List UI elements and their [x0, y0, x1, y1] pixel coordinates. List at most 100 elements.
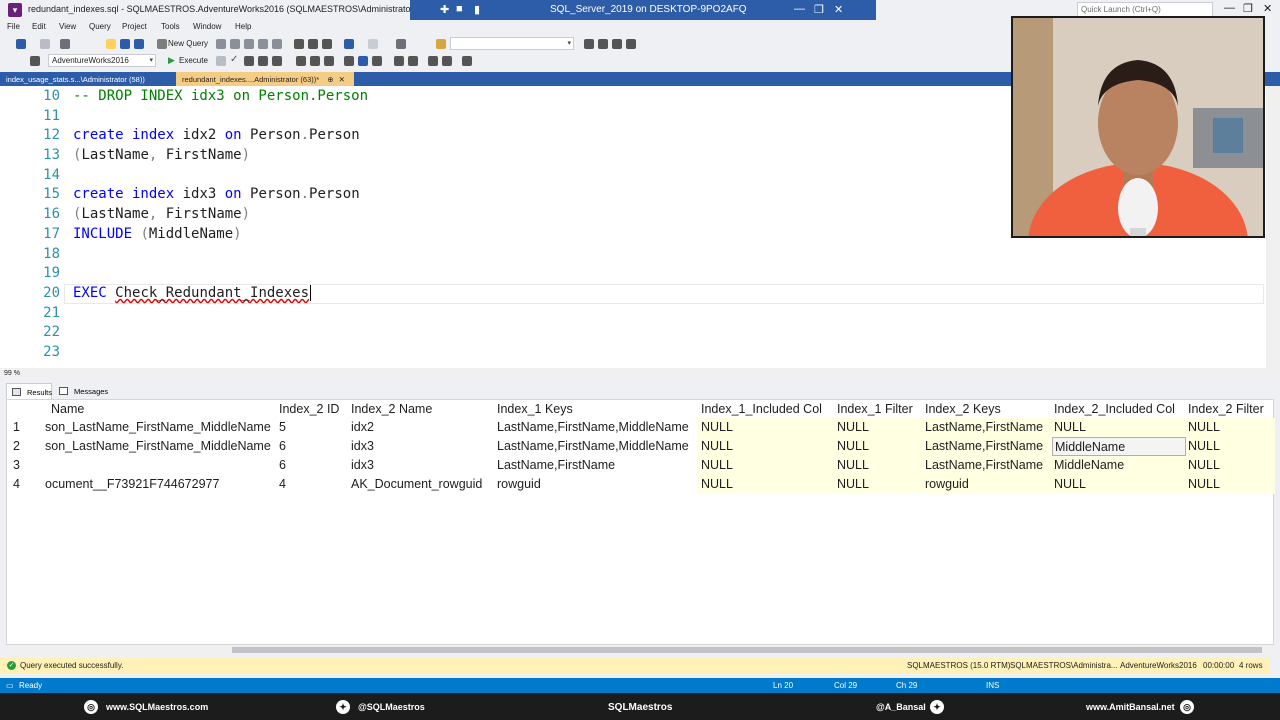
column-header-index2-name[interactable]: Index_2 Name — [349, 400, 495, 418]
table-cell[interactable]: NULL — [1052, 475, 1186, 494]
new-query-button[interactable]: New Query — [168, 39, 208, 48]
table-cell[interactable]: LastName,FirstName — [923, 418, 1053, 437]
table-cell[interactable]: LastName,FirstName — [923, 456, 1053, 475]
outdent-icon[interactable] — [428, 56, 438, 66]
tab-index-usage-stats[interactable]: index_usage_stats.s...\Administrator (58… — [0, 72, 172, 86]
save-icon[interactable] — [120, 39, 130, 49]
row-number[interactable]: 2 — [11, 437, 41, 456]
results-grid[interactable]: Name Index_2 ID Index_2 Name Index_1 Key… — [6, 399, 1275, 645]
pin-tab-icon[interactable]: ⊕ — [327, 75, 333, 84]
selected-cell[interactable]: MiddleName — [1052, 437, 1186, 456]
column-header-index1-included[interactable]: Index_1_Included Col — [699, 400, 835, 418]
table-cell[interactable]: rowguid — [495, 475, 699, 494]
database-select[interactable]: AdventureWorks2016 ▾ — [48, 54, 156, 67]
code-line-comment[interactable]: -- DROP INDEX idx3 on Person.Person — [73, 88, 368, 104]
close-button[interactable]: ✕ — [834, 3, 843, 16]
table-cell[interactable]: 6 — [277, 437, 349, 456]
cut-icon[interactable] — [294, 39, 304, 49]
indent-icon[interactable] — [442, 56, 452, 66]
table-cell[interactable]: LastName,FirstName — [923, 437, 1053, 456]
editor-vertical-scrollbar[interactable] — [1266, 86, 1280, 368]
mdx-query-icon[interactable] — [230, 39, 240, 49]
table-cell[interactable]: rowguid — [923, 475, 1053, 494]
close-tab-icon[interactable]: ✕ — [339, 75, 345, 84]
pin-icon[interactable]: ✚ — [440, 3, 449, 16]
row-number[interactable]: 3 — [11, 456, 41, 475]
results-grid-icon[interactable] — [358, 56, 368, 66]
connect-icon[interactable] — [30, 56, 40, 66]
column-header-index2-keys[interactable]: Index_2 Keys — [923, 400, 1053, 418]
db-query-icon[interactable] — [216, 39, 226, 49]
table-cell[interactable]: NULL — [835, 475, 923, 494]
table-cell[interactable]: 6 — [277, 456, 349, 475]
specify-values-icon[interactable] — [462, 56, 472, 66]
restore-button[interactable]: ❐ — [814, 3, 824, 16]
live-stats-icon[interactable] — [310, 56, 320, 66]
zoom-level[interactable]: 99 % — [4, 370, 20, 377]
toolbox-icon[interactable] — [612, 39, 622, 49]
menu-help[interactable]: Help — [235, 22, 251, 31]
execute-button[interactable]: Execute — [179, 56, 208, 65]
options-icon[interactable] — [626, 39, 636, 49]
find-dropdown[interactable]: ▾ — [450, 37, 574, 50]
debug-icon[interactable] — [396, 39, 406, 49]
column-header-index2-id[interactable]: Index_2 ID — [277, 400, 349, 418]
minimize-button[interactable]: — — [794, 3, 805, 15]
table-cell[interactable]: AK_Document_rowguid — [349, 475, 495, 494]
table-cell[interactable] — [43, 456, 277, 475]
execute-icon[interactable]: ▶ — [168, 55, 175, 66]
tab-redundant-indexes[interactable]: redundant_indexes....Administrator (63))… — [176, 72, 354, 86]
tab-messages[interactable]: Messages — [54, 383, 110, 399]
new-project-icon[interactable] — [60, 39, 70, 49]
results-file-icon[interactable] — [372, 56, 382, 66]
copy-icon[interactable] — [308, 39, 318, 49]
forward-icon[interactable] — [40, 39, 50, 49]
save-all-icon[interactable] — [134, 39, 144, 49]
open-file-icon[interactable] — [106, 39, 116, 49]
menu-project[interactable]: Project — [122, 22, 147, 31]
back-icon[interactable] — [16, 39, 26, 49]
dmx-query-icon[interactable] — [244, 39, 254, 49]
table-cell[interactable]: NULL — [699, 475, 835, 494]
row-number[interactable]: 4 — [11, 475, 41, 494]
menu-view[interactable]: View — [59, 22, 76, 31]
table-cell[interactable]: NULL — [699, 437, 835, 456]
parse-icon[interactable]: ✓ — [230, 54, 238, 65]
code-line-exec[interactable]: EXEC Check_Redundant_Indexes — [73, 285, 312, 301]
code-line-create-idx3[interactable]: create index idx3 on Person.Person — [73, 186, 360, 202]
menu-file[interactable]: File — [7, 22, 20, 31]
new-query-icon[interactable] — [157, 39, 167, 49]
include-plan-icon[interactable] — [296, 56, 306, 66]
table-cell[interactable]: NULL — [835, 418, 923, 437]
table-cell[interactable]: NULL — [835, 456, 923, 475]
solution-explorer-icon[interactable] — [584, 39, 594, 49]
table-cell[interactable]: NULL — [1052, 418, 1186, 437]
properties-icon[interactable] — [598, 39, 608, 49]
table-cell[interactable]: NULL — [1186, 456, 1275, 475]
client-stats-icon[interactable] — [324, 56, 334, 66]
table-cell[interactable]: NULL — [1186, 475, 1275, 494]
table-cell[interactable]: 4 — [277, 475, 349, 494]
menu-window[interactable]: Window — [193, 22, 221, 31]
xmla-query-icon[interactable] — [258, 39, 268, 49]
column-header-index1-keys[interactable]: Index_1 Keys — [495, 400, 699, 418]
table-cell[interactable]: NULL — [699, 418, 835, 437]
table-cell[interactable]: ocument__F73921F744672977 — [43, 475, 277, 494]
table-cell[interactable]: idx3 — [349, 456, 495, 475]
code-line-columns[interactable]: (LastName, FirstName) — [73, 206, 250, 222]
table-cell[interactable]: LastName,FirstName,MiddleName — [495, 437, 699, 456]
undo-icon[interactable] — [344, 39, 354, 49]
dax-query-icon[interactable] — [272, 39, 282, 49]
query-designer-icon[interactable] — [258, 56, 268, 66]
menu-query[interactable]: Query — [89, 22, 111, 31]
code-line-include[interactable]: INCLUDE (MiddleName) — [73, 226, 242, 242]
table-cell[interactable]: idx2 — [349, 418, 495, 437]
redo-icon[interactable] — [368, 39, 378, 49]
column-header-index1-filter[interactable]: Index_1 Filter — [835, 400, 925, 418]
window-close-button[interactable]: ✕ — [1263, 2, 1272, 15]
display-plan-icon[interactable] — [244, 56, 254, 66]
menu-edit[interactable]: Edit — [32, 22, 46, 31]
lock-icon[interactable]: ■ — [456, 3, 463, 15]
table-cell[interactable]: 5 — [277, 418, 349, 437]
column-header-name[interactable]: Name — [49, 400, 277, 418]
